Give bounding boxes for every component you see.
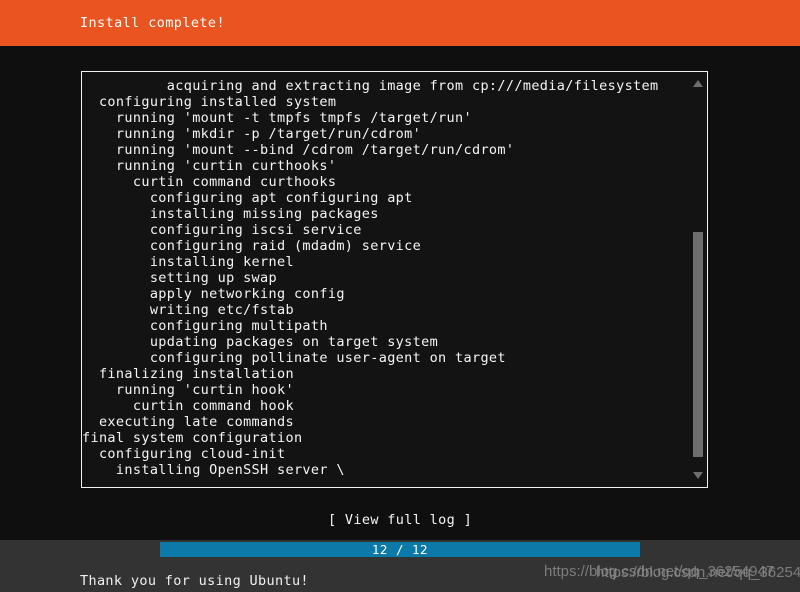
- log-line: configuring iscsi service: [82, 222, 362, 238]
- log-line: configuring multipath: [82, 318, 328, 334]
- log-line: writing etc/fstab: [82, 302, 294, 318]
- log-line: final system configuration: [82, 430, 303, 446]
- install-log-lines: acquiring and extracting image from cp:/…: [82, 78, 694, 478]
- log-line: running 'mount --bind /cdrom /target/run…: [82, 142, 515, 158]
- log-line: configuring raid (mdadm) service: [82, 238, 422, 254]
- log-line: curtin command hook: [82, 398, 294, 414]
- log-line: configuring pollinate user-agent on targ…: [82, 350, 506, 366]
- log-line: running 'mount -t tmpfs tmpfs /target/ru…: [82, 110, 472, 126]
- scrollbar-thumb[interactable]: [693, 232, 703, 457]
- log-line: configuring apt configuring apt: [82, 190, 413, 206]
- log-line: running 'curtin curthooks': [82, 158, 337, 174]
- log-line: running 'curtin hook': [82, 382, 294, 398]
- log-line: installing OpenSSH server \: [82, 462, 345, 478]
- install-progress-bar: 12 / 12: [160, 542, 640, 557]
- scroll-up-arrow-icon[interactable]: [693, 80, 703, 87]
- install-log-panel: acquiring and extracting image from cp:/…: [81, 71, 708, 488]
- log-line: finalizing installation: [82, 366, 294, 382]
- log-line: setting up swap: [82, 270, 277, 286]
- installer-screen: Install complete! acquiring and extracti…: [0, 0, 800, 592]
- log-line: configuring installed system: [82, 94, 337, 110]
- log-line: apply networking config: [82, 286, 345, 302]
- log-line: installing kernel: [82, 254, 294, 270]
- log-line: acquiring and extracting image from cp:/…: [82, 78, 659, 94]
- scroll-down-arrow-icon[interactable]: [693, 472, 703, 479]
- view-full-log-button[interactable]: [ View full log ]: [0, 512, 800, 528]
- page-title: Install complete!: [80, 15, 225, 31]
- log-line: running 'mkdir -p /target/run/cdrom': [82, 126, 422, 142]
- log-line: configuring cloud-init: [82, 446, 286, 462]
- log-line: updating packages on target system: [82, 334, 439, 350]
- install-progress-label: 12 / 12: [371, 542, 429, 557]
- header-bar: Install complete!: [0, 0, 800, 46]
- log-line: executing late commands: [82, 414, 294, 430]
- watermark-secondary: https://blog.csdn.net/qq_36254947: [596, 564, 800, 581]
- log-scrollbar[interactable]: [689, 72, 707, 487]
- log-line: curtin command curthooks: [82, 174, 337, 190]
- log-line: installing missing packages: [82, 206, 379, 222]
- thank-you-message: Thank you for using Ubuntu!: [80, 573, 309, 589]
